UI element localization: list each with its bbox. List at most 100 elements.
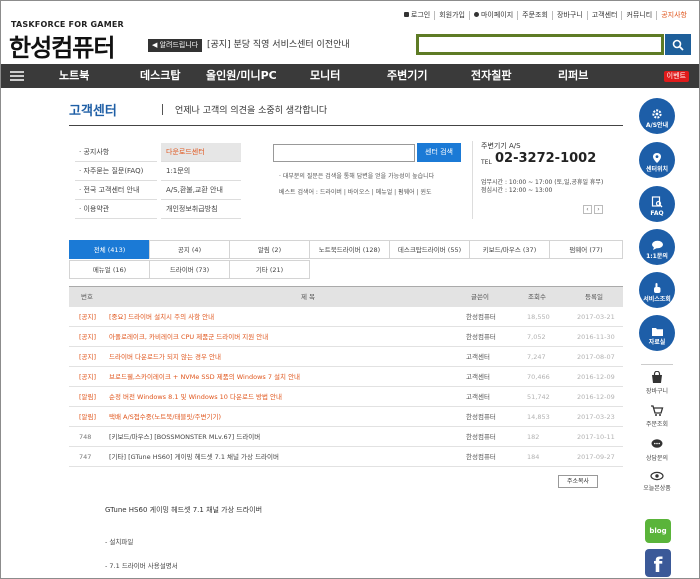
nav-peripherals[interactable]: 주변기기 [387,64,427,88]
table-row[interactable]: 748 [키보드/마우스] [BOSSMONSTER MLv.67] 드라이버 … [69,427,623,447]
cs-search-button[interactable]: 센터 검색 [417,143,461,162]
row-no: [공지] [79,333,97,341]
tel-label: TEL [481,159,492,166]
lunch-hours: 점심시간 : 12:00 ~ 13:00 [481,187,553,194]
cs-menu-inquiry[interactable]: 1:1문의 [161,162,241,181]
th-no: 번호 [81,293,93,301]
cs-menu-faq[interactable]: · 자주묻는 질문(FAQ) [75,162,157,181]
speech-bubble-icon [651,439,663,448]
nav-refurb[interactable]: 리퍼브 [558,64,588,88]
title-divider [162,104,163,115]
top-link-cs[interactable]: 고객센터 [586,11,622,20]
cs-menu-download[interactable]: 다운로드센터 [161,143,241,162]
tab-keyboard-mouse[interactable]: 키보드/마우스 (37) [469,240,550,259]
row-title[interactable]: [중요] 드라이버 설치시 주의 사항 안내 [109,307,214,327]
cs-menu-centers[interactable]: · 전국 고객센터 안내 [75,181,157,200]
row-title[interactable]: 드라이버 다운로드가 되지 않는 경우 안내 [109,347,221,367]
quick-consult[interactable]: 상담문의 [641,438,673,462]
top-link-cart[interactable]: 장바구니 [551,11,587,20]
table-row[interactable]: [공지] 아폴로레이크, 카비레이크 CPU 제품군 드라이버 지원 안내 한성… [69,327,623,347]
table-row[interactable]: [공지] 드라이버 다운로드가 되지 않는 경우 안내 고객센터 7,247 2… [69,347,623,367]
cs-menu-notice[interactable]: · 공지사항 [75,143,157,162]
header-rule [69,125,623,126]
lock-icon [403,12,409,17]
blog-link-icon[interactable]: blog [645,519,671,543]
tab-firmware[interactable]: 펌웨어 (77) [549,240,623,259]
tab-desktop-driver[interactable]: 데스크탑드라이버 (55) [389,240,470,259]
table-row[interactable]: 747 [기타] [GTune HS60] 게이밍 헤드셋 7.1 채널 가상 … [69,447,623,467]
cs-search-input[interactable] [273,144,415,162]
row-title[interactable]: 브로드웰,스카이레이크 + NVMe SSD 제품의 Windows 7 설치 … [109,367,300,387]
top-link-community[interactable]: 커뮤니티 [621,11,656,20]
cs-menu-as-guide[interactable]: A/S,환불,교환 안내 [161,181,241,200]
copy-address-button[interactable]: 주소복사 [558,475,598,488]
nav-event-badge[interactable]: 이벤트 [663,71,689,82]
search-button[interactable] [665,34,691,55]
cs-menu-privacy[interactable]: 개인정보취급방침 [161,200,241,219]
row-views: 70,466 [527,373,550,381]
quick-center-location[interactable]: 센터위치 [639,142,675,178]
article-bullet[interactable]: - 7.1 드라이버 사용설명서 [105,560,178,570]
quick-inquiry[interactable]: 1:1문의 [639,229,675,265]
row-author: 고객센터 [466,393,490,401]
logo[interactable]: 한성컴퓨터 [9,28,115,63]
row-title[interactable]: 순정 버전 Windows 8.1 및 Windows 10 다운로드 방법 안… [109,387,282,407]
table-row[interactable]: [알림] 택배 A/S접수중(노트북/태블릿/주변기기) 한성컴퓨터 14,85… [69,407,623,427]
cs-menu-terms[interactable]: · 이용약관 [75,200,157,219]
row-author: 한성컴퓨터 [466,413,496,421]
quick-recently-viewed[interactable]: 오늘본상품 [641,471,673,492]
nav-desktop[interactable]: 데스크탑 [140,64,180,88]
tab-notebook-driver[interactable]: 노트북드라이버 (128) [309,240,390,259]
table-row[interactable]: [공지] 브로드웰,스카이레이크 + NVMe SSD 제품의 Windows … [69,367,623,387]
table-row[interactable]: [알림] 순정 버전 Windows 8.1 및 Windows 10 다운로드… [69,387,623,407]
page: 로그인 회원가입 마이페이지 주문조회 장바구니 고객센터 커뮤니티 공지사항 … [0,0,700,579]
top-link-notice[interactable]: 공지사항 [656,11,691,20]
table-row[interactable]: [공지] [중요] 드라이버 설치시 주의 사항 안내 한성컴퓨터 18,550… [69,307,623,327]
top-link-join[interactable]: 회원가입 [434,11,469,20]
page-subtitle: 언제나 고객의 의견을 소중히 생각합니다 [175,106,328,116]
row-date: 2017-08-07 [577,353,615,361]
nav-whiteboard[interactable]: 전자칠판 [471,64,511,88]
quick-as-guide[interactable]: A/S안내 [639,98,675,134]
top-link-orders[interactable]: 주문조회 [517,11,552,20]
cs-best-keywords: 베스트 검색어 : 드라이버 | 바이오스 | 메뉴얼 | 펌웨어 | 윈도 [279,189,432,196]
nav-notebook[interactable]: 노트북 [59,64,89,88]
tab-driver[interactable]: 드라이버 (73) [149,260,230,279]
quick-service-lookup[interactable]: 서비스조회 [639,272,675,308]
notice-tag[interactable]: ◀ 알려드립니다 [148,39,203,52]
row-date: 2017-03-21 [577,313,615,321]
tab-etc[interactable]: 기타 (21) [229,260,310,279]
cs-search-desc: · 대부분의 질문은 검색을 통해 답변을 얻을 가능성이 높습니다 [279,173,435,180]
quick-cart[interactable]: 장바구니 [641,371,673,395]
prev-arrow-icon[interactable]: ‹ [583,205,592,214]
quick-order-lookup[interactable]: 주문조회 [641,404,673,428]
nav-allinone[interactable]: 올인원/미니PC [206,64,277,88]
row-no: 747 [79,453,92,461]
row-author: 한성컴퓨터 [466,333,496,341]
tab-manual[interactable]: 메뉴얼 (16) [69,260,150,279]
table-header: 번호 제 목 글쓴이 조회수 등록일 [69,286,623,307]
row-title[interactable]: 아폴로레이크, 카비레이크 CPU 제품군 드라이버 지원 안내 [109,327,268,347]
tab-alert[interactable]: 알림 (2) [229,240,310,259]
tab-all[interactable]: 전체 (413) [69,240,150,259]
top-link-login[interactable]: 로그인 [400,11,434,20]
row-title[interactable]: 택배 A/S접수중(노트북/태블릿/주변기기) [109,407,221,427]
tab-notice[interactable]: 공지 (4) [149,240,230,259]
top-links: 로그인 회원가입 마이페이지 주문조회 장바구니 고객센터 커뮤니티 공지사항 [400,11,691,20]
row-no: [알림] [79,413,97,421]
quick-library[interactable]: 자료실 [639,315,675,351]
next-arrow-icon[interactable]: › [594,205,603,214]
search-icon [672,39,684,51]
top-link-mypage[interactable]: 마이페이지 [468,11,517,20]
notice-text[interactable]: [공지] 분당 직영 서비스센터 이전안내 [207,39,350,52]
gear-icon [652,109,662,119]
search-input[interactable] [416,34,664,55]
quick-faq[interactable]: FAQ [639,186,675,222]
row-title[interactable]: [키보드/마우스] [BOSSMONSTER MLv.67] 드라이버 [109,427,260,447]
facebook-link-icon[interactable]: f [645,549,671,577]
hamburger-menu-icon[interactable] [10,71,24,81]
row-views: 182 [527,433,540,441]
nav-monitor[interactable]: 모니터 [310,64,340,88]
article-bullet[interactable]: - 설치파일 [105,536,133,546]
row-title[interactable]: [기타] [GTune HS60] 게이밍 헤드셋 7.1 채널 가상 드라이버 [109,447,279,467]
